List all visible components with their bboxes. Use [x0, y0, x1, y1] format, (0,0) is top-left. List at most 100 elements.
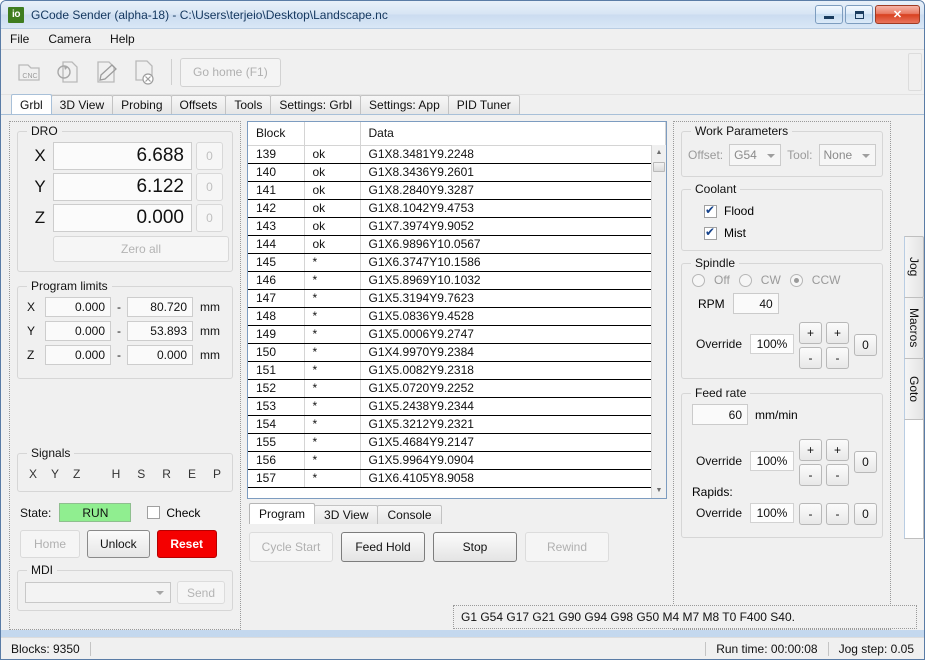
- go-home-button[interactable]: Go home (F1): [180, 57, 281, 87]
- table-row[interactable]: 139 ok G1X8.3481Y9.2248: [248, 145, 666, 164]
- close-file-button[interactable]: [125, 54, 162, 91]
- tab-offsets[interactable]: Offsets: [170, 95, 227, 114]
- subtab-3d-view[interactable]: 3D View: [314, 505, 379, 524]
- open-cnc-file-button[interactable]: CNC: [11, 54, 48, 91]
- table-row[interactable]: 140 ok G1X8.3436Y9.2601: [248, 163, 666, 182]
- table-row[interactable]: 151 * G1X5.0082Y9.2318: [248, 361, 666, 380]
- table-row[interactable]: 144 ok G1X6.9896Y10.0567: [248, 235, 666, 254]
- unlock-button[interactable]: Unlock: [87, 530, 150, 558]
- table-row[interactable]: 150 * G1X4.9970Y9.2384: [248, 343, 666, 362]
- tab-grbl[interactable]: Grbl: [11, 94, 52, 114]
- program-limits-max-z: 0.000: [127, 345, 193, 365]
- feed-override-fine-plus[interactable]: +: [826, 439, 849, 461]
- table-row[interactable]: 156 * G1X5.9964Y9.0904: [248, 451, 666, 470]
- tab-settings-app[interactable]: Settings: App: [360, 95, 449, 114]
- program-table-scrollbar[interactable]: ▲ ▼: [651, 145, 666, 498]
- rapids-override-label: Override: [696, 506, 743, 520]
- reload-file-button[interactable]: [49, 54, 86, 91]
- mdi-send-button[interactable]: Send: [177, 581, 225, 604]
- table-row[interactable]: 149 * G1X5.0006Y9.2747: [248, 325, 666, 344]
- column-header-status[interactable]: [304, 122, 361, 146]
- cycle-start-button[interactable]: Cycle Start: [249, 532, 333, 562]
- table-row[interactable]: 146 * G1X5.8969Y10.1032: [248, 271, 666, 290]
- coolant-mist-row[interactable]: Mist: [704, 223, 876, 243]
- dro-value-z[interactable]: 0.000: [53, 204, 192, 232]
- scroll-up-icon[interactable]: ▲: [652, 145, 666, 160]
- spindle-override-reset[interactable]: 0: [854, 334, 877, 356]
- table-row[interactable]: 152 * G1X5.0720Y9.2252: [248, 379, 666, 398]
- tab-settings-grbl[interactable]: Settings: Grbl: [270, 95, 362, 114]
- subtab-console[interactable]: Console: [377, 505, 442, 524]
- rewind-button[interactable]: Rewind: [525, 532, 609, 562]
- rpm-input[interactable]: 40: [732, 293, 779, 314]
- table-row[interactable]: 153 * G1X5.2438Y9.2344: [248, 397, 666, 416]
- dro-value-y[interactable]: 6.122: [53, 173, 192, 201]
- menu-bar: File Camera Help: [1, 29, 924, 50]
- rapids-override-fine-minus[interactable]: -: [826, 503, 849, 525]
- menu-item-file[interactable]: File: [10, 32, 29, 46]
- spindle-off-radio[interactable]: [692, 273, 705, 287]
- flood-checkbox[interactable]: [704, 203, 717, 218]
- table-row[interactable]: 141 ok G1X8.2840Y9.3287: [248, 181, 666, 200]
- coolant-flood-row[interactable]: Flood: [704, 201, 876, 221]
- spindle-override-fine-minus[interactable]: -: [826, 347, 849, 369]
- table-row[interactable]: 143 ok G1X7.3974Y9.9052: [248, 217, 666, 236]
- check-checkbox[interactable]: [147, 506, 161, 519]
- feed-override-reset[interactable]: 0: [854, 451, 877, 473]
- table-row[interactable]: 142 ok G1X8.1042Y9.4753: [248, 199, 666, 218]
- edit-file-button[interactable]: [87, 54, 124, 91]
- table-row[interactable]: 155 * G1X5.4684Y9.2147: [248, 433, 666, 452]
- tab-probing[interactable]: Probing: [112, 95, 172, 114]
- home-button[interactable]: Home: [20, 530, 80, 558]
- column-header-data[interactable]: Data: [360, 122, 666, 146]
- program-limits-axis-y: Y: [27, 324, 36, 338]
- toolbar-overflow-scroll[interactable]: [908, 53, 922, 91]
- feed-rate-value[interactable]: 60: [692, 404, 748, 425]
- cell-status: *: [304, 415, 361, 434]
- rapids-override-coarse-minus[interactable]: -: [799, 503, 822, 525]
- tab-tools[interactable]: Tools: [225, 95, 272, 114]
- table-row[interactable]: 154 * G1X5.3212Y9.2321: [248, 415, 666, 434]
- table-row[interactable]: 148 * G1X5.0836Y9.4528: [248, 307, 666, 326]
- side-tab-jog[interactable]: Jog: [904, 236, 924, 298]
- scroll-down-icon[interactable]: ▼: [652, 483, 666, 498]
- table-row[interactable]: 145 * G1X6.3747Y10.1586: [248, 253, 666, 272]
- side-tab-goto[interactable]: Goto: [904, 358, 924, 420]
- stop-button[interactable]: Stop: [433, 532, 517, 562]
- reset-button[interactable]: Reset: [156, 530, 217, 558]
- side-tab-macros[interactable]: Macros: [904, 297, 924, 359]
- spindle-override-coarse-minus[interactable]: -: [799, 347, 822, 369]
- feed-hold-button[interactable]: Feed Hold: [341, 532, 425, 562]
- tab-3d-view[interactable]: 3D View: [50, 95, 114, 114]
- feed-override-coarse-plus[interactable]: +: [799, 439, 822, 461]
- table-row[interactable]: 147 * G1X5.3194Y9.7623: [248, 289, 666, 308]
- feed-override-fine-minus[interactable]: -: [826, 464, 849, 486]
- mist-checkbox[interactable]: [704, 225, 717, 240]
- dro-value-x[interactable]: 6.688: [53, 142, 192, 170]
- zero-all-button[interactable]: Zero all: [53, 236, 229, 262]
- offset-select[interactable]: G54: [729, 144, 782, 166]
- minimize-button[interactable]: [815, 5, 843, 24]
- feed-override-coarse-minus[interactable]: -: [799, 464, 822, 486]
- dro-zero-button-z[interactable]: 0: [196, 204, 223, 232]
- dro-zero-button-y[interactable]: 0: [196, 173, 223, 201]
- tool-select[interactable]: None: [818, 144, 876, 166]
- rapids-override-reset[interactable]: 0: [854, 503, 877, 525]
- tab-pid-tuner[interactable]: PID Tuner: [447, 95, 520, 114]
- table-row[interactable]: 157 * G1X6.4105Y8.9058: [248, 469, 666, 488]
- spindle-override-fine-plus[interactable]: +: [826, 322, 849, 344]
- menu-item-camera[interactable]: Camera: [48, 32, 91, 46]
- menu-item-help[interactable]: Help: [110, 32, 135, 46]
- mdi-input[interactable]: [25, 582, 171, 603]
- column-header-block[interactable]: Block: [248, 122, 305, 146]
- program-limits-sep-x: -: [117, 300, 121, 314]
- close-button[interactable]: ✕: [875, 5, 920, 24]
- subtab-program[interactable]: Program: [249, 503, 316, 524]
- maximize-button[interactable]: [845, 5, 873, 24]
- spindle-ccw-radio[interactable]: [789, 273, 803, 287]
- scrollbar-thumb[interactable]: [653, 162, 665, 172]
- check-mode-toggle[interactable]: Check: [147, 506, 200, 520]
- dro-zero-button-x[interactable]: 0: [196, 142, 223, 170]
- spindle-override-coarse-plus[interactable]: +: [799, 322, 822, 344]
- spindle-cw-radio[interactable]: [738, 273, 752, 287]
